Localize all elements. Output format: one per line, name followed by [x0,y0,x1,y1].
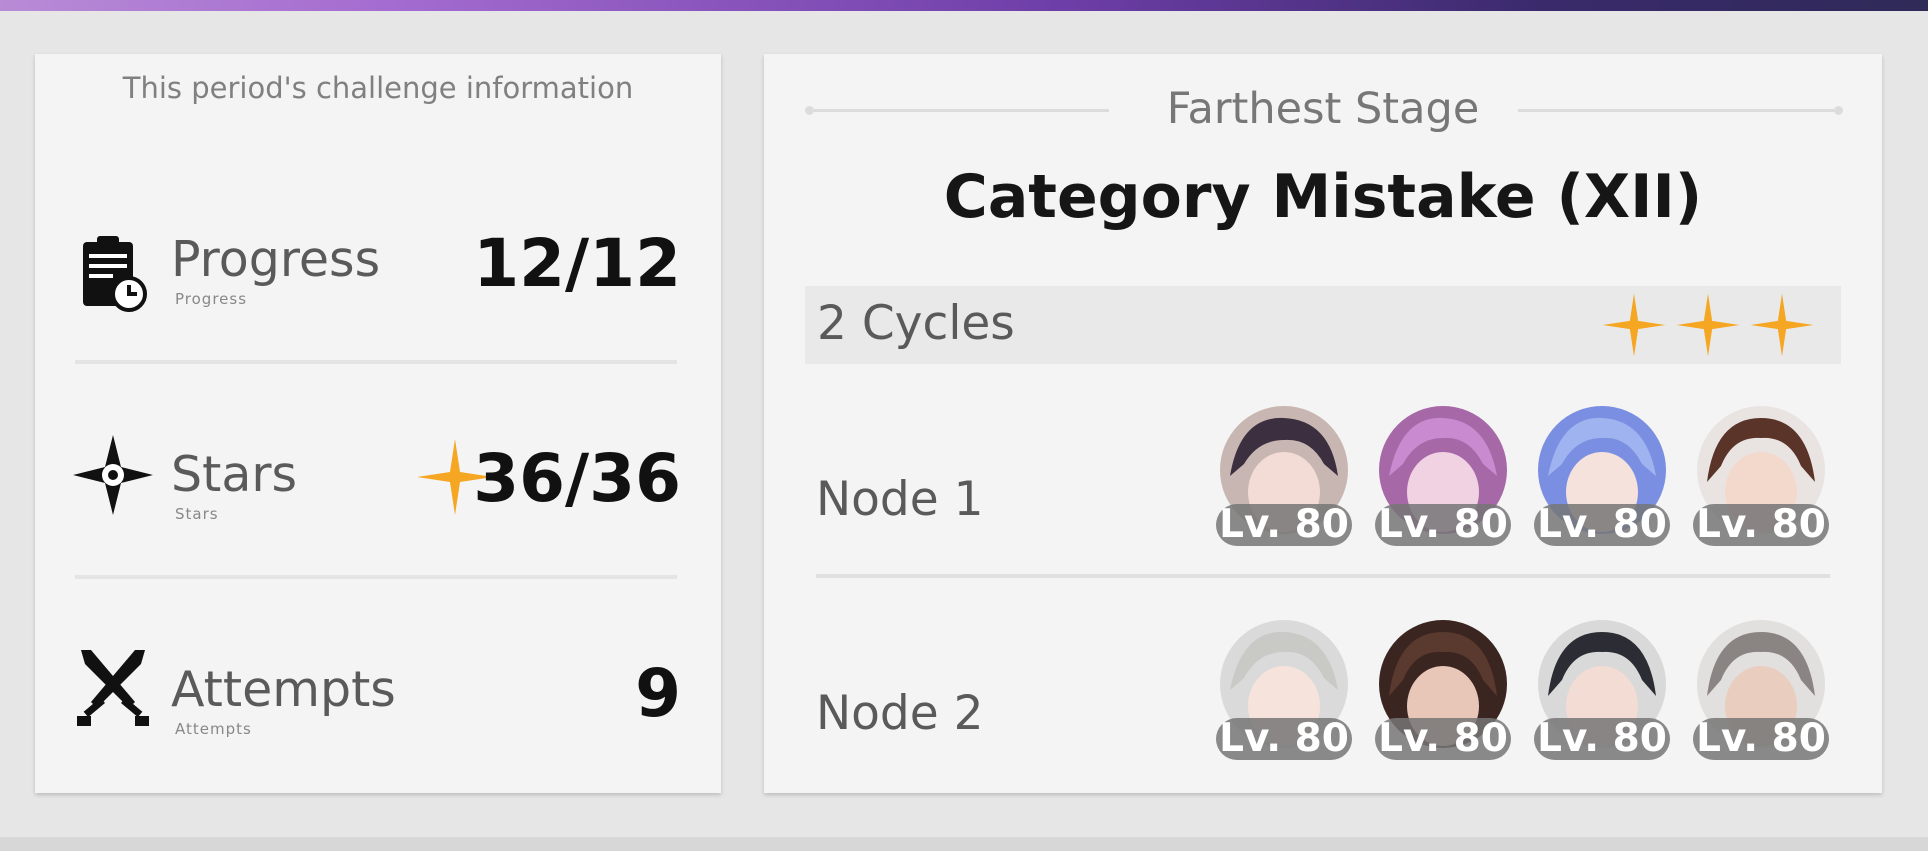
footer-band [0,837,1928,851]
clipboard-clock-icon [83,236,147,312]
farthest-stage-panel: Farthest Stage Category Mistake (XII) 2 … [764,54,1882,793]
stars-label: Stars [171,446,298,503]
level-badge: Lv. 80 [1375,718,1511,760]
challenge-info-panel: This period's challenge information Prog… [35,54,721,793]
progress-sublabel: Progress [175,290,248,308]
star-icon [1676,293,1740,357]
progress-value: 12/12 [473,225,681,302]
cycles-count: 2 Cycles [817,296,1015,351]
level-badge: Lv. 80 [1693,718,1829,760]
level-badge: Lv. 80 [1693,504,1829,546]
stars-sublabel: Stars [175,505,219,523]
challenge-info-heading: This period's challenge information [122,71,634,105]
compass-star-icon [73,435,153,515]
crossed-swords-icon [77,650,149,726]
node-2-label: Node 2 [816,686,984,741]
node-1-label: Node 1 [816,472,984,527]
star-icon [1602,293,1666,357]
star-icon [1750,293,1814,357]
stage-title: Category Mistake (XII) [943,162,1703,232]
cycles-bar: 2 Cycles [805,286,1841,364]
stars-row: Stars Stars 36/36 [35,429,721,549]
level-badge: Lv. 80 [1216,504,1352,546]
level-badge: Lv. 80 [1375,504,1511,546]
heading-line-right [1518,109,1838,112]
progress-row: Progress Progress 12/12 [35,214,721,334]
progress-label: Progress [171,231,381,288]
level-badge: Lv. 80 [1534,504,1670,546]
attempts-row: Attempts Attempts 9 [35,644,721,764]
attempts-sublabel: Attempts [175,720,252,738]
divider [75,575,677,579]
level-badge: Lv. 80 [1216,718,1352,760]
heading-line-endpoint [1834,106,1843,115]
divider [816,574,1830,578]
divider [75,360,677,364]
attempts-label: Attempts [171,661,396,718]
attempts-value: 9 [635,655,681,732]
stars-value: 36/36 [473,440,681,517]
level-badge: Lv. 80 [1534,718,1670,760]
header-banner [0,0,1928,11]
